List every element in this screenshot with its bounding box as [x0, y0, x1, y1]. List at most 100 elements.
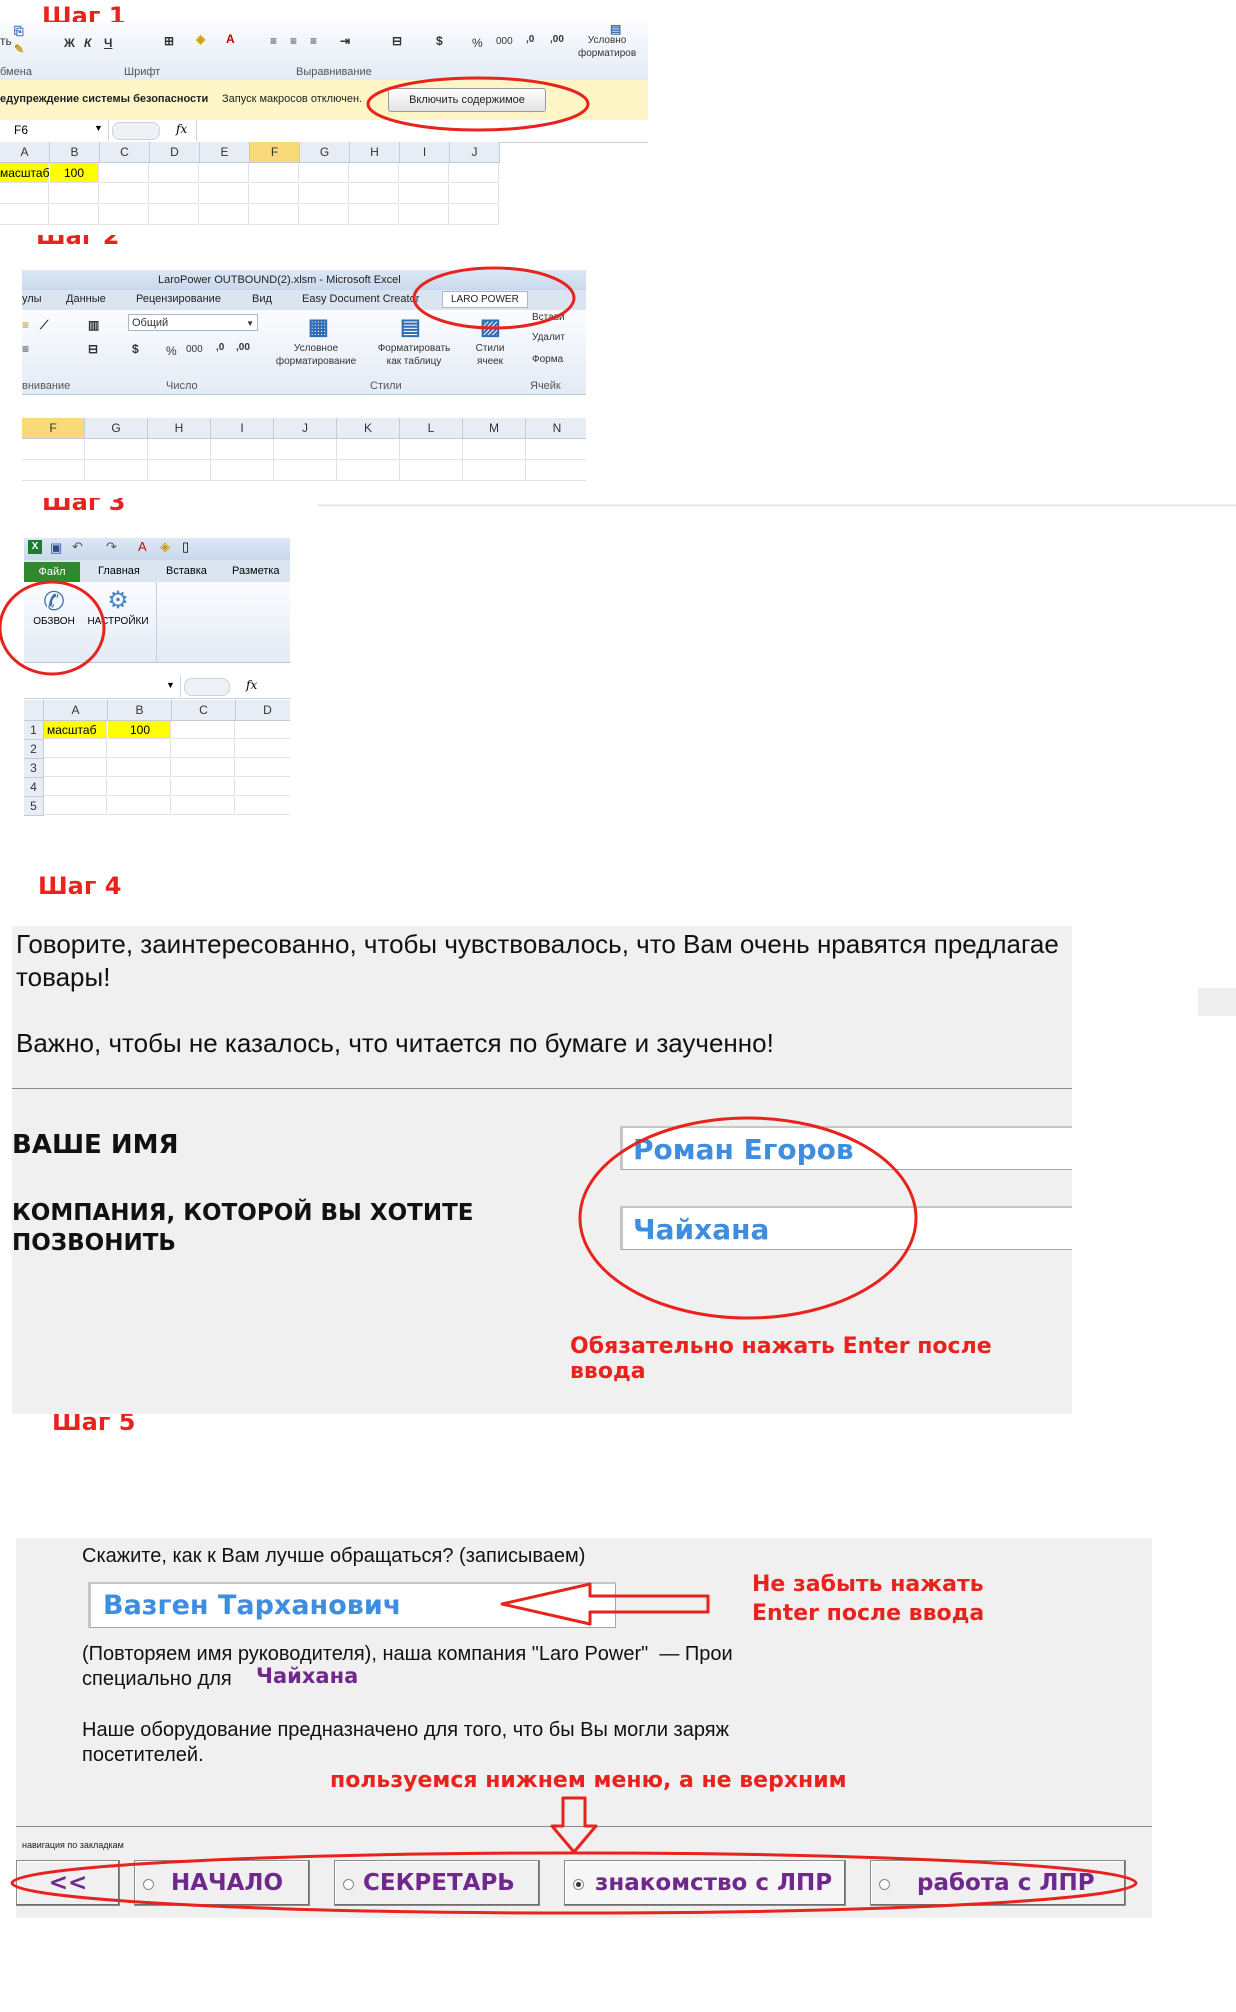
align-icon-2[interactable]: ≡	[22, 342, 29, 356]
tab-laro-power[interactable]: LARO POWER	[442, 291, 528, 308]
redo-icon[interactable]: ↷	[106, 539, 117, 555]
grid-cell[interactable]	[300, 163, 349, 183]
grid-cell[interactable]	[44, 778, 107, 796]
delete-cells-button[interactable]: Удалит	[532, 332, 565, 343]
insert-cells-button[interactable]: Встави	[532, 312, 565, 323]
grid-cell[interactable]	[200, 184, 249, 204]
grid-cell[interactable]	[450, 163, 499, 183]
column-header[interactable]: J	[450, 142, 500, 163]
percent-icon-2[interactable]: %	[166, 344, 177, 358]
nav-start-radio[interactable]	[143, 1879, 154, 1890]
increase-decimal-icon[interactable]: ,0	[526, 34, 534, 45]
row-header[interactable]: 1	[24, 721, 44, 740]
grid-cell[interactable]	[236, 740, 290, 758]
fill-color-icon-3[interactable]: ◈	[160, 539, 170, 555]
column-header[interactable]: C	[172, 700, 236, 721]
grid-cell[interactable]	[100, 205, 149, 225]
tab-view[interactable]: Вид	[252, 293, 272, 305]
column-header[interactable]: N	[526, 418, 586, 439]
grid-cell[interactable]	[22, 460, 85, 481]
format-cells-button[interactable]: Форма	[532, 354, 563, 365]
grid-cell[interactable]	[337, 439, 400, 460]
grid-cell[interactable]	[450, 184, 499, 204]
grid-cell[interactable]	[108, 797, 171, 815]
column-header[interactable]: F	[250, 142, 300, 163]
grid-cell[interactable]	[463, 439, 526, 460]
grid-cell[interactable]	[250, 205, 299, 225]
increase-decimal-icon-2[interactable]: ,0	[216, 342, 224, 353]
nav-lpr-work-radio[interactable]	[879, 1879, 890, 1890]
border-icon[interactable]: ⊞	[164, 34, 174, 48]
grid-cell[interactable]: масштаб	[0, 163, 49, 183]
column-header[interactable]: D	[150, 142, 200, 163]
grid-cell[interactable]	[0, 184, 49, 204]
orientation-icon[interactable]: ⟋	[40, 318, 48, 333]
format-as-table-label[interactable]: Форматировать как таблицу	[366, 342, 462, 368]
merge-icon[interactable]: ⊟	[392, 34, 402, 48]
grid-cell[interactable]	[200, 205, 249, 225]
conditional-format-label-2[interactable]: Условное форматирование	[268, 342, 364, 368]
grid-cell[interactable]	[172, 778, 235, 796]
grid-cell[interactable]	[400, 163, 449, 183]
bold-icon[interactable]: Ж	[64, 36, 75, 50]
tab-easy-document-creator[interactable]: Easy Document Creator	[302, 293, 438, 305]
fx-icon[interactable]: fx	[176, 122, 187, 136]
align-right-icon[interactable]: ≡	[310, 34, 317, 48]
column-header[interactable]: J	[274, 418, 337, 439]
indent-icon[interactable]: ⇥	[340, 34, 350, 48]
column-header[interactable]: A	[44, 700, 108, 721]
enable-content-button[interactable]: Включить содержимое	[388, 88, 546, 112]
grid-cell[interactable]: 100	[50, 163, 99, 183]
conditional-format-label[interactable]: Условно форматиров	[578, 34, 636, 60]
italic-icon[interactable]: К	[84, 36, 91, 50]
grid-cell[interactable]	[85, 439, 148, 460]
tab-data[interactable]: Данные	[66, 293, 106, 305]
grid-cell[interactable]	[172, 797, 235, 815]
name-box[interactable]: F6 ▼	[0, 120, 109, 141]
cell-styles-icon[interactable]: ▨	[480, 314, 501, 340]
grid-cell[interactable]: 100	[108, 721, 171, 739]
grid-cell[interactable]	[450, 205, 499, 225]
name-box-dropdown-icon[interactable]: ▼	[94, 123, 103, 133]
grid-cell[interactable]	[108, 778, 171, 796]
grid-cell[interactable]	[236, 778, 290, 796]
decrease-decimal-icon[interactable]: ,00	[550, 34, 564, 45]
grid-cell[interactable]	[100, 184, 149, 204]
column-header[interactable]: H	[148, 418, 211, 439]
decrease-decimal-icon-2[interactable]: ,00	[236, 342, 250, 353]
grid-cell[interactable]	[400, 205, 449, 225]
thousands-icon-2[interactable]: 000	[186, 344, 203, 355]
grid-cell[interactable]	[211, 439, 274, 460]
font-color-icon[interactable]: A	[226, 32, 235, 46]
nav-secretary-radio[interactable]	[343, 1879, 354, 1890]
name-box-dropdown-icon-3[interactable]: ▼	[166, 680, 175, 690]
grid-cell[interactable]	[274, 460, 337, 481]
column-header[interactable]: D	[236, 700, 290, 721]
merge-icon-2[interactable]: ⊟	[88, 342, 98, 356]
fill-color-icon[interactable]: ◈	[196, 32, 205, 46]
grid-cell[interactable]: масштаб	[44, 721, 107, 739]
new-document-icon[interactable]: ▯	[182, 539, 189, 555]
align-left-icon[interactable]: ≡	[270, 34, 277, 48]
grid-cell[interactable]	[0, 205, 49, 225]
format-as-table-icon[interactable]: ▤	[400, 314, 421, 340]
grid-cell[interactable]	[108, 740, 171, 758]
grid-cell[interactable]	[350, 163, 399, 183]
tab-file[interactable]: Файл	[24, 562, 80, 582]
grid-cell[interactable]	[526, 439, 586, 460]
company-field[interactable]: Чайхана	[620, 1206, 1072, 1250]
conditional-format-icon-2[interactable]: ▦	[308, 314, 329, 340]
settings-button[interactable]: ⚙ НАСТРОЙКИ	[86, 586, 150, 656]
grid-cell[interactable]	[85, 460, 148, 481]
row-header[interactable]: 2	[24, 740, 44, 759]
currency-icon-2[interactable]: $	[132, 342, 139, 356]
formula-input[interactable]	[196, 120, 648, 141]
tab-review[interactable]: Рецензирование	[136, 293, 221, 305]
grid-cell[interactable]	[172, 721, 235, 739]
row-header[interactable]: 5	[24, 797, 44, 816]
grid-cell[interactable]	[148, 439, 211, 460]
align-center-icon[interactable]: ≡	[290, 34, 297, 48]
grid-cell[interactable]	[337, 460, 400, 481]
column-header[interactable]: L	[400, 418, 463, 439]
format-painter-icon[interactable]: ✎	[14, 42, 24, 56]
